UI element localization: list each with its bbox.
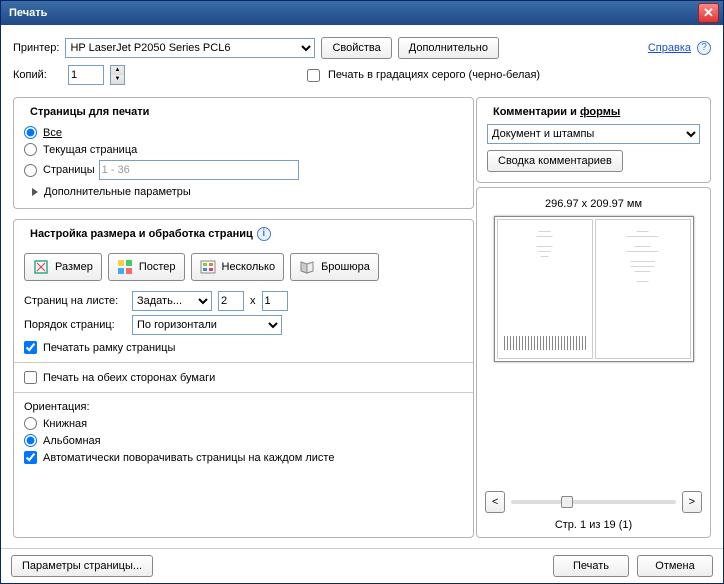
preview-next-button[interactable]: > [682, 491, 702, 513]
properties-button[interactable]: Свойства [321, 37, 391, 59]
cancel-button[interactable]: Отмена [637, 555, 713, 577]
pages-group: Страницы для печати Все Текущая страница… [13, 97, 474, 209]
preview-panel: 296.97 x 209.97 мм ———————————————— ————… [476, 187, 711, 538]
order-label: Порядок страниц: [24, 319, 126, 331]
multiple-icon [200, 259, 216, 275]
print-button[interactable]: Печать [553, 555, 629, 577]
page-setup-button[interactable]: Параметры страницы... [11, 555, 153, 577]
preview-prev-button[interactable]: < [485, 491, 505, 513]
booklet-icon [299, 259, 315, 275]
auto-rotate-checkbox[interactable] [24, 451, 37, 464]
sizing-group-title: Настройка размера и обработка страниц [30, 228, 253, 240]
pps-label: Страниц на листе: [24, 295, 126, 307]
comments-select[interactable]: Документ и штампы [487, 124, 700, 144]
frame-checkbox[interactable] [24, 341, 37, 354]
booklet-tab-button[interactable]: Брошюра [290, 253, 379, 281]
radio-pages[interactable] [24, 164, 37, 177]
multiple-tab-button[interactable]: Несколько [191, 253, 285, 281]
radio-all-label: Все [43, 127, 62, 139]
titlebar: Печать ✕ [1, 1, 723, 25]
chevron-right-icon [32, 188, 38, 196]
skyline-graphic [504, 336, 586, 350]
help-link[interactable]: Справка [648, 42, 691, 54]
orientation-label: Ориентация: [24, 399, 463, 415]
preview-sheet: ———————————————— ———————————————————————… [494, 216, 694, 362]
close-button[interactable]: ✕ [698, 3, 719, 23]
printer-select[interactable]: HP LaserJet P2050 Series PCL6 [65, 38, 315, 58]
frame-label: Печатать рамку страницы [43, 342, 175, 354]
info-icon[interactable]: i [257, 227, 271, 241]
duplex-label: Печать на обеих сторонах бумаги [43, 372, 215, 384]
radio-pages-label: Страницы [43, 164, 95, 176]
copies-label: Копий: [13, 69, 62, 81]
radio-all[interactable] [24, 126, 37, 139]
comments-group-title: Комментарии и формы [489, 106, 624, 118]
printer-label: Принтер: [13, 42, 59, 54]
more-options-label: Дополнительные параметры [44, 186, 191, 198]
comments-summary-button[interactable]: Сводка комментариев [487, 150, 623, 172]
preview-page-info: Стр. 1 из 19 (1) [555, 513, 632, 531]
pps-rows-input[interactable] [262, 291, 288, 311]
pages-range-input [99, 160, 299, 180]
radio-portrait-label: Книжная [43, 418, 87, 430]
radio-landscape[interactable] [24, 434, 37, 447]
duplex-checkbox[interactable] [24, 371, 37, 384]
copies-input[interactable] [68, 65, 104, 85]
preview-dimensions: 296.97 x 209.97 мм [545, 198, 642, 210]
size-icon [33, 259, 49, 275]
grayscale-label: Печать в градациях серого (черно-белая) [328, 69, 540, 81]
pps-cols-input[interactable] [218, 291, 244, 311]
more-options-toggle[interactable]: Дополнительные параметры [24, 182, 463, 198]
sizing-group: Настройка размера и обработка страниц i … [13, 219, 474, 538]
preview-zoom-slider[interactable] [511, 500, 675, 504]
radio-portrait[interactable] [24, 417, 37, 430]
poster-tab-button[interactable]: Постер [108, 253, 185, 281]
window-title: Печать [9, 7, 698, 19]
size-tab-button[interactable]: Размер [24, 253, 102, 281]
pages-group-title: Страницы для печати [26, 106, 153, 118]
radio-landscape-label: Альбомная [43, 435, 101, 447]
help-icon[interactable]: ? [697, 41, 711, 55]
radio-current-label: Текущая страница [43, 144, 137, 156]
auto-rotate-label: Автоматически поворачивать страницы на к… [43, 452, 334, 464]
preview-page-2: ————————————————————————————————————————… [595, 219, 691, 359]
advanced-button[interactable]: Дополнительно [398, 37, 499, 59]
poster-icon [117, 259, 133, 275]
grayscale-checkbox[interactable] [307, 69, 320, 82]
comments-group: Комментарии и формы Документ и штампы Св… [476, 97, 711, 183]
preview-page-1: ———————————————— [497, 219, 593, 359]
copies-spinner[interactable]: ▲▼ [110, 65, 125, 85]
radio-current[interactable] [24, 143, 37, 156]
pps-x-label: x [250, 295, 256, 307]
pps-select[interactable]: Задать... [132, 291, 212, 311]
order-select[interactable]: По горизонтали [132, 315, 282, 335]
